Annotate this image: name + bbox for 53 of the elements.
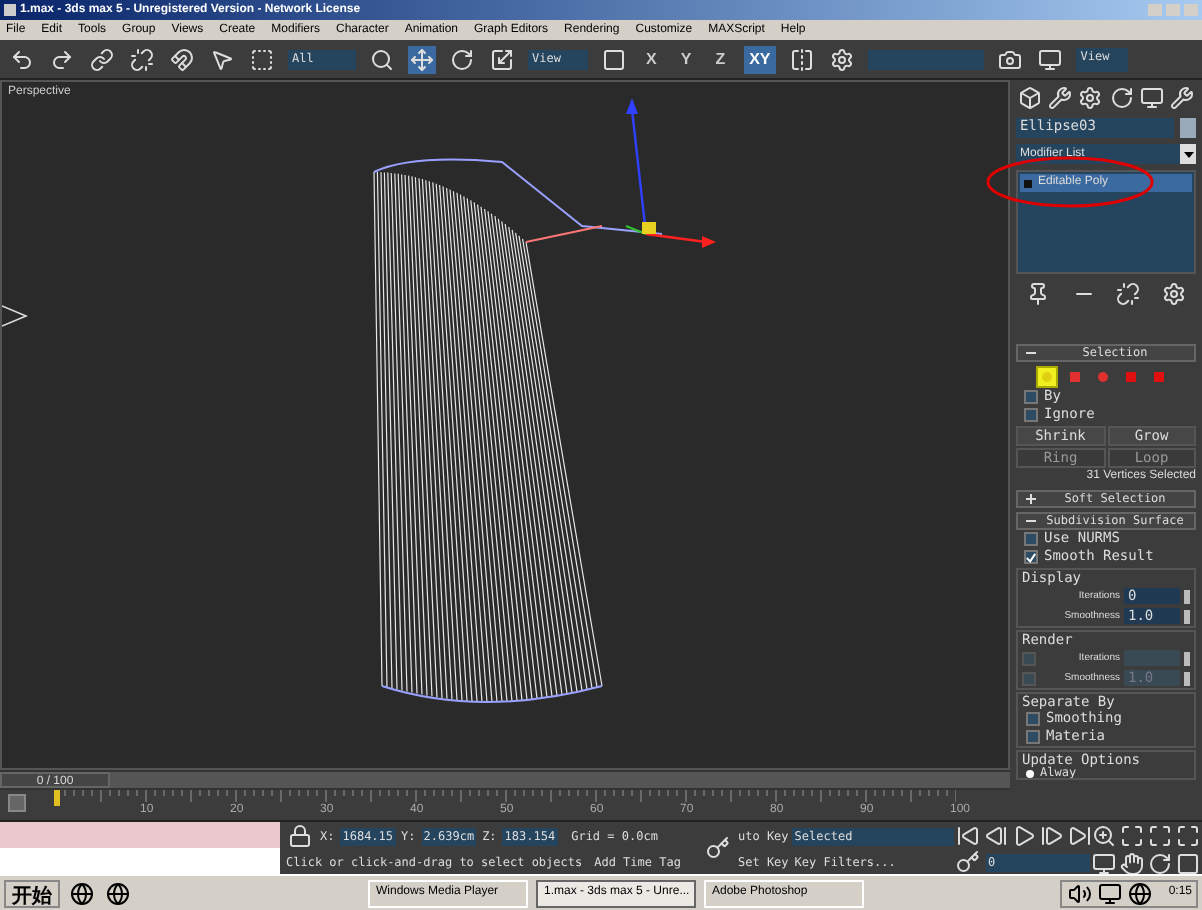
move-icon[interactable] bbox=[408, 45, 436, 73]
modify-tab-icon[interactable] bbox=[1046, 84, 1075, 112]
configure-icon[interactable] bbox=[1159, 280, 1188, 308]
scale-icon[interactable] bbox=[488, 45, 516, 73]
previous-frame-icon[interactable] bbox=[982, 822, 1010, 850]
key-icon[interactable] bbox=[704, 834, 732, 862]
maxscript-output-field[interactable] bbox=[0, 848, 280, 874]
named-selection-field[interactable] bbox=[868, 49, 985, 69]
checkbox[interactable] bbox=[1024, 408, 1038, 422]
checkbox[interactable] bbox=[1024, 390, 1038, 404]
render-icon[interactable] bbox=[996, 45, 1025, 73]
next-frame-icon[interactable] bbox=[1038, 822, 1066, 850]
browser-icon[interactable] bbox=[68, 879, 96, 907]
pan-icon[interactable] bbox=[1118, 850, 1146, 878]
maxscript-listener-field[interactable] bbox=[0, 822, 280, 848]
create-tab-icon[interactable] bbox=[1016, 84, 1044, 112]
checkbox[interactable] bbox=[1024, 550, 1038, 564]
axis-button[interactable]: Y bbox=[674, 45, 698, 73]
unlink-icon[interactable] bbox=[1114, 280, 1143, 308]
radio-button[interactable] bbox=[1026, 770, 1034, 778]
axis-button[interactable]: Z bbox=[709, 45, 732, 73]
app-icon bbox=[4, 4, 16, 16]
settings-icon[interactable] bbox=[1076, 84, 1105, 112]
redo-icon[interactable] bbox=[48, 45, 76, 73]
pin-icon[interactable] bbox=[1024, 280, 1052, 308]
checkbox[interactable] bbox=[1024, 532, 1038, 546]
undo-icon[interactable] bbox=[8, 45, 36, 73]
checkbox[interactable] bbox=[1026, 712, 1040, 726]
link-icon[interactable] bbox=[88, 45, 116, 73]
zoom-icon[interactable] bbox=[1090, 822, 1118, 850]
current-frame-marker[interactable] bbox=[54, 790, 60, 806]
key-mode-toggle-icon[interactable] bbox=[954, 848, 982, 876]
go-to-end-icon[interactable] bbox=[1066, 822, 1094, 850]
pointer-icon[interactable] bbox=[208, 45, 236, 73]
volume-icon[interactable] bbox=[1066, 879, 1095, 907]
internet-icon[interactable] bbox=[104, 879, 132, 907]
axis-button[interactable]: X bbox=[640, 45, 663, 73]
selection-region-icon[interactable] bbox=[248, 45, 276, 73]
orbit-icon[interactable] bbox=[1146, 850, 1174, 878]
lock-icon[interactable] bbox=[286, 822, 314, 850]
tray-globe-icon[interactable] bbox=[1126, 879, 1155, 907]
axis-button[interactable]: XY bbox=[743, 45, 777, 73]
checkbox[interactable] bbox=[1026, 730, 1040, 744]
bulb-icon[interactable] bbox=[1024, 179, 1032, 187]
start-button[interactable]: 开始 bbox=[4, 879, 60, 907]
color-swatch[interactable] bbox=[1180, 118, 1196, 138]
unlink-icon[interactable] bbox=[128, 45, 156, 73]
play-icon[interactable] bbox=[1010, 822, 1038, 850]
edge-mode-icon[interactable] bbox=[1064, 366, 1086, 388]
go-to-start-icon[interactable] bbox=[954, 822, 982, 850]
rotate-icon[interactable] bbox=[448, 45, 476, 73]
mirror-icon[interactable] bbox=[788, 45, 817, 73]
wireframe-fragment-drawing bbox=[2, 305, 29, 327]
